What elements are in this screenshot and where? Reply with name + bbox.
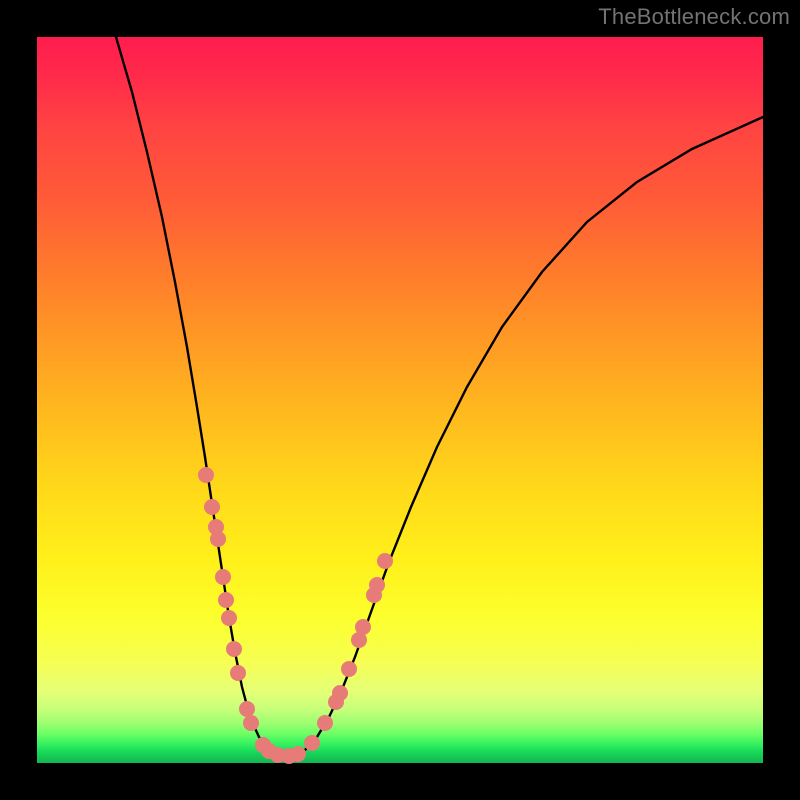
marker-dot (215, 569, 231, 585)
marker-dot (210, 531, 226, 547)
marker-dot (226, 641, 242, 657)
marker-dot (204, 499, 220, 515)
marker-group (198, 467, 393, 764)
marker-dot (230, 665, 246, 681)
marker-dot (239, 701, 255, 717)
marker-dot (355, 619, 371, 635)
marker-dot (304, 735, 320, 751)
curve-svg (37, 37, 763, 763)
plot-area (37, 37, 763, 763)
watermark-text: TheBottleneck.com (598, 4, 790, 30)
bottleneck-curve (116, 37, 763, 756)
marker-dot (218, 592, 234, 608)
marker-dot (221, 610, 237, 626)
chart-frame: TheBottleneck.com (0, 0, 800, 800)
marker-dot (198, 467, 214, 483)
marker-dot (341, 661, 357, 677)
marker-dot (377, 553, 393, 569)
marker-dot (290, 746, 306, 762)
marker-dot (369, 577, 385, 593)
marker-dot (332, 685, 348, 701)
marker-dot (243, 715, 259, 731)
marker-dot (317, 715, 333, 731)
